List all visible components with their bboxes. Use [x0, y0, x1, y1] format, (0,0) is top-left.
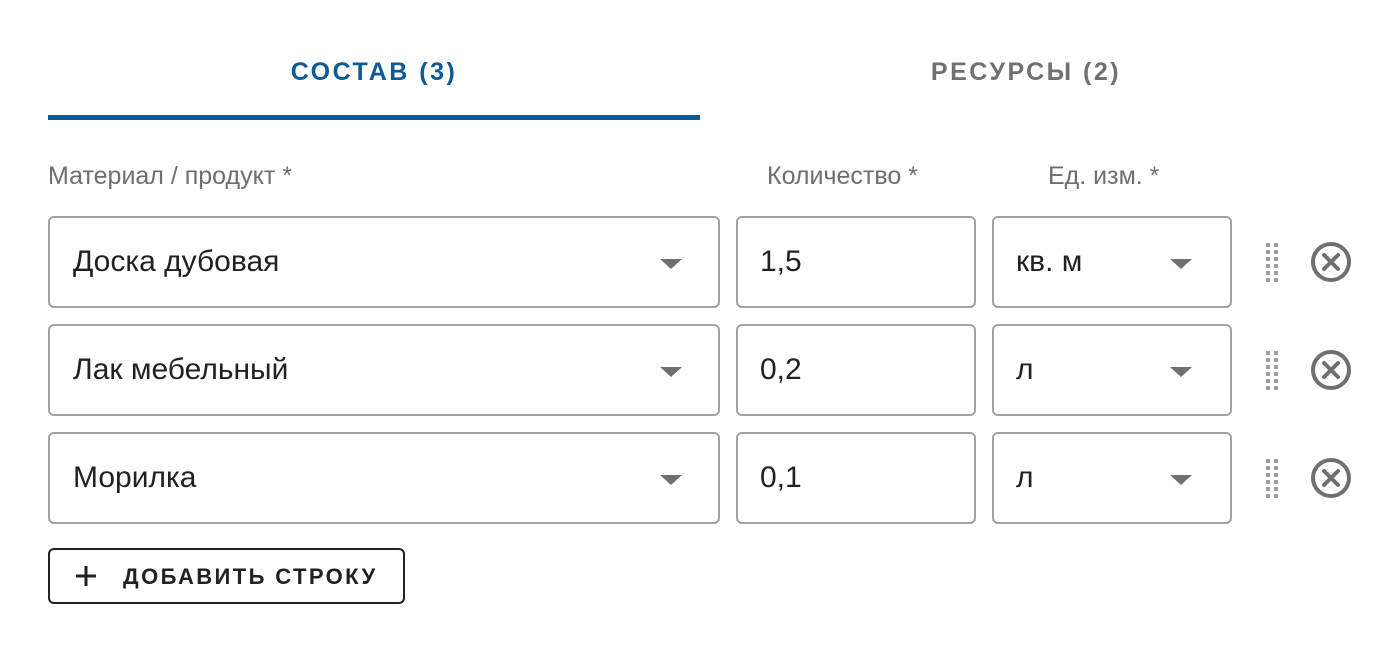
remove-row-icon[interactable] [1309, 456, 1353, 500]
material-select[interactable]: Морилка [48, 432, 720, 524]
unit-value: кв. м [1016, 245, 1083, 278]
unit-value: л [1016, 461, 1034, 494]
unit-select[interactable]: л [992, 432, 1232, 524]
add-row-label: ДОБАВИТЬ СТРОКУ [123, 564, 378, 589]
unit-select[interactable]: кв. м [992, 216, 1232, 308]
material-value: Доска дубовая [73, 245, 280, 278]
chevron-down-icon [1170, 475, 1192, 485]
column-label-material: Материал / продукт * [48, 162, 292, 190]
active-tab-indicator [48, 115, 700, 120]
chevron-down-icon [1170, 259, 1192, 269]
tab-resources[interactable]: РЕСУРСЫ (2) [700, 28, 1352, 120]
quantity-input[interactable]: 0,1 [736, 432, 976, 524]
quantity-value: 0,1 [760, 461, 802, 494]
quantity-input[interactable]: 0,2 [736, 324, 976, 416]
unit-value: л [1016, 353, 1034, 386]
chevron-down-icon [1170, 367, 1192, 377]
quantity-value: 0,2 [760, 353, 802, 386]
chevron-down-icon [660, 475, 682, 485]
chevron-down-icon [660, 259, 682, 269]
drag-handle-icon[interactable] [1264, 350, 1280, 390]
chevron-down-icon [660, 367, 682, 377]
column-label-unit: Ед. изм. * [1048, 162, 1160, 190]
remove-row-icon[interactable] [1309, 348, 1353, 392]
drag-handle-icon[interactable] [1264, 458, 1280, 498]
column-label-quantity: Количество * [767, 162, 918, 190]
material-value: Морилка [73, 461, 197, 494]
material-select[interactable]: Доска дубовая [48, 216, 720, 308]
tab-composition[interactable]: СОСТАВ (3) [48, 28, 700, 120]
composition-row: Морилка 0,1 л [0, 432, 1400, 524]
quantity-value: 1,5 [760, 245, 802, 278]
material-value: Лак мебельный [73, 353, 289, 386]
material-select[interactable]: Лак мебельный [48, 324, 720, 416]
composition-row: Доска дубовая 1,5 кв. м [0, 216, 1400, 308]
composition-row: Лак мебельный 0,2 л [0, 324, 1400, 416]
add-row-button[interactable]: ДОБАВИТЬ СТРОКУ [48, 548, 405, 604]
remove-row-icon[interactable] [1309, 240, 1353, 284]
quantity-input[interactable]: 1,5 [736, 216, 976, 308]
tab-bar: СОСТАВ (3) РЕСУРСЫ (2) [48, 28, 1352, 120]
unit-select[interactable]: л [992, 324, 1232, 416]
plus-icon [76, 566, 96, 586]
drag-handle-icon[interactable] [1264, 242, 1280, 282]
